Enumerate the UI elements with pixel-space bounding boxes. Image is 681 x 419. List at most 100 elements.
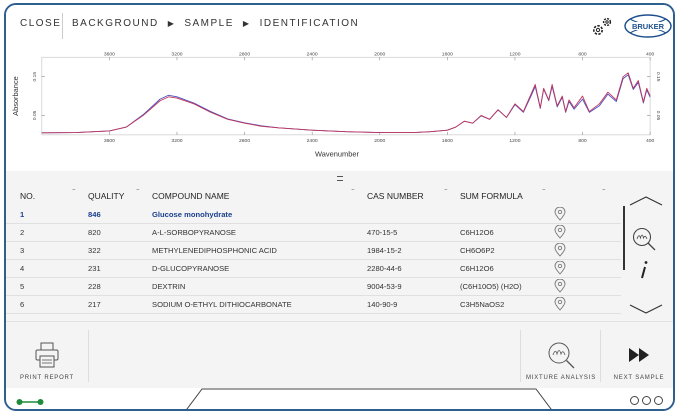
results-panel: NO. ⁼ QUALITY ⁼ COMPOUND NAME ⁼ CAS NUMB… [6,171,673,321]
breadcrumb-arrow-icon: ▶ [167,19,176,28]
cell-cas: 140-90-9 [367,300,398,309]
cell-cas: 2280-44-6 [367,264,402,273]
scroll-up-chevron-icon[interactable] [628,195,664,207]
cell-quality: 231 [88,264,101,273]
y-tick-label: 0.05 [32,110,38,120]
x-tick-label: 1600 [442,138,453,144]
location-pin-icon[interactable] [554,207,566,221]
logo-text: BRUKER [632,22,665,31]
x-tick-label: 400 [646,51,655,57]
bruker-logo: BRUKER [624,14,672,38]
x-axis-label: Wavenumber [315,150,359,159]
col-no-header[interactable]: NO. [20,191,35,201]
x-tick-label: 2800 [239,51,250,57]
bottom-drawer-handle[interactable] [184,388,554,411]
cell-formula: CH6O6P2 [460,246,495,255]
mixture-analysis-label: MIXTURE ANALYSIS [525,375,597,381]
toolbar-divider [88,330,89,382]
x-tick-label: 3600 [104,138,115,144]
col-quality-header[interactable]: QUALITY [88,191,124,201]
col-formula-header[interactable]: SUM FORMULA [460,191,523,201]
spectrum-chart[interactable]: 3600 3200 2800 2400 2000 1600 1200 800 400 3600 3… [6,45,673,165]
plot-area [41,56,651,136]
resize-grip-handle[interactable] [337,176,343,181]
sort-icon[interactable]: ⁼ [72,187,76,195]
cell-compound: METHYLENEDIPHOSPHONIC ACID [152,246,277,255]
col-compound-header[interactable]: COMPOUND NAME [152,191,229,201]
location-pin-icon[interactable] [554,261,566,275]
fast-forward-icon [629,348,649,362]
breadcrumb-sample[interactable]: SAMPLE [184,18,234,29]
x-tick-label: 2000 [374,51,385,57]
cell-formula: C3H5NaOS2 [460,300,505,309]
footer-bar [6,388,673,411]
cell-compound: DEXTRIN [152,282,186,291]
cell-no: 1 [20,210,25,219]
cell-compound: D-GLUCOPYRANOSE [152,264,230,273]
table-row[interactable]: 5 228 DEXTRIN 9004-53-9 (C6H10O5) (H2O) [6,277,621,296]
table-row[interactable]: 3 322 METHYLENEDIPHOSPHONIC ACID 1984-15… [6,241,621,260]
cell-no: 6 [20,300,25,309]
cell-quality: 228 [88,282,101,291]
toolbar-divider [600,330,601,382]
sort-icon[interactable]: ⁼ [444,187,448,195]
selection-indicator-bar [623,206,625,270]
next-sample-button[interactable]: NEXT SAMPLE [604,322,673,389]
y-axis-label: Absorbance [11,76,20,116]
x-tick-label: 2800 [239,138,250,144]
mixture-search-icon [548,342,575,369]
location-pin-icon[interactable] [554,225,566,239]
info-icon[interactable] [639,260,649,280]
cell-compound: Glucose monohydrate [152,210,233,219]
cell-formula: (C6H10O5) (H2O) [460,282,522,291]
table-row[interactable]: 4 231 D-GLUCOPYRANOSE 2280-44-6 C6H12O6 [6,259,621,278]
table-row[interactable]: 2 820 A-L-SORBOPYRANOSE 470-15-5 C6H12O6 [6,223,621,242]
mixture-analysis-button[interactable]: MIXTURE ANALYSIS [524,322,598,389]
spectrum-search-icon[interactable] [631,226,657,252]
breadcrumb-background[interactable]: BACKGROUND [72,18,159,29]
y-tick-label: 0.15 [655,72,661,82]
table-row[interactable]: 1 846 Glucose monohydrate [6,205,621,224]
location-pin-icon[interactable] [554,243,566,257]
sort-icon[interactable]: ⁼ [542,187,546,195]
cell-quality: 820 [88,228,101,237]
cell-formula: C6H12O6 [460,264,494,273]
x-tick-label: 1200 [509,138,520,144]
x-tick-label: 2400 [307,138,318,144]
printer-icon [35,342,59,368]
cell-compound: A-L-SORBOPYRANOSE [152,228,236,237]
sort-icon[interactable]: ⁼ [351,187,355,195]
close-button[interactable]: CLOSE [20,18,61,29]
cell-cas: 1984-15-2 [367,246,402,255]
cell-quality: 846 [88,210,101,219]
location-pin-icon[interactable] [554,279,566,293]
scroll-down-chevron-icon[interactable] [628,303,664,315]
connection-toggle-icon[interactable] [16,398,44,406]
sort-icon[interactable]: ⁼ [602,187,606,195]
x-tick-label: 3200 [171,51,182,57]
sort-icon[interactable]: ⁼ [136,187,140,195]
bottom-toolbar: PRINT REPORT MIXTURE ANALYSIS NEXT SAMPL… [6,321,673,389]
cell-cas: 470-15-5 [367,228,398,237]
cell-no: 2 [20,228,25,237]
x-tick-label: 1600 [442,51,453,57]
print-report-button[interactable]: PRINT REPORT [14,322,80,389]
next-sample-label: NEXT SAMPLE [613,375,665,381]
settings-gears-icon[interactable] [590,15,614,37]
x-tick-label: 3600 [104,51,115,57]
cell-formula: C6H12O6 [460,228,494,237]
table-row[interactable]: 6 217 SODIUM O-ETHYL DITHIOCARBONATE 140… [6,295,621,314]
col-cas-header[interactable]: CAS NUMBER [367,191,424,201]
toolbar-divider [520,330,521,382]
breadcrumb-arrow-icon: ▶ [242,19,251,28]
cell-cas: 9004-53-9 [367,282,402,291]
breadcrumb-identification: IDENTIFICATION [259,18,360,29]
x-tick-label: 800 [578,51,587,57]
cell-no: 5 [20,282,25,291]
location-pin-icon[interactable] [554,297,566,311]
more-options-icon[interactable] [630,396,663,405]
table-header: NO. ⁼ QUALITY ⁼ COMPOUND NAME ⁼ CAS NUMB… [6,187,621,205]
x-tick-label: 1200 [509,51,520,57]
cell-quality: 217 [88,300,101,309]
x-tick-label: 400 [646,138,655,144]
